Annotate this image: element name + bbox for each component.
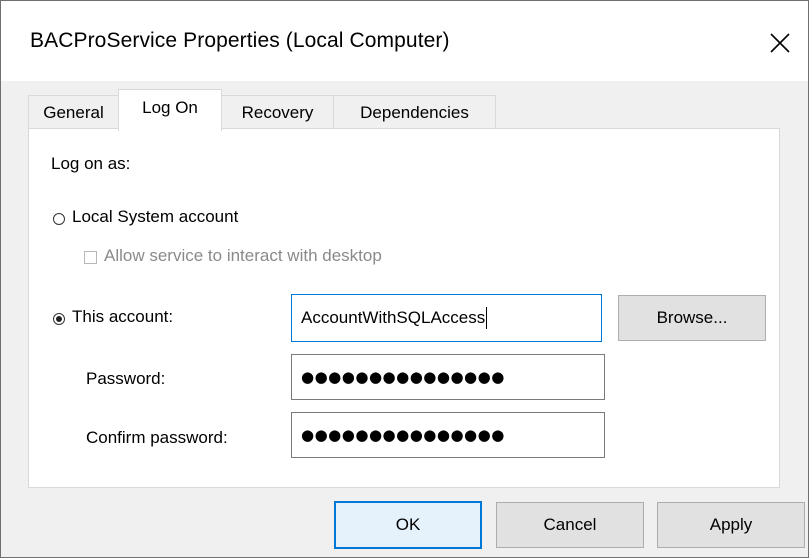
confirm-password-input[interactable]: ●●●●●●●●●●●●●●● bbox=[291, 412, 605, 458]
tab-log-on[interactable]: Log On bbox=[118, 89, 222, 131]
close-button[interactable] bbox=[758, 21, 802, 65]
tab-dependencies[interactable]: Dependencies bbox=[333, 95, 496, 129]
properties-dialog: BACProService Properties (Local Computer… bbox=[0, 0, 809, 558]
this-account-radio[interactable] bbox=[53, 313, 65, 325]
browse-button[interactable]: Browse... bbox=[618, 295, 766, 341]
password-input-value: ●●●●●●●●●●●●●●● bbox=[301, 368, 505, 386]
tab-recovery-label: Recovery bbox=[241, 102, 314, 122]
this-account-label: This account: bbox=[72, 307, 174, 326]
log-on-panel: Log on as: Local System account Allow se… bbox=[28, 128, 780, 488]
text-caret bbox=[486, 307, 488, 329]
tab-recovery[interactable]: Recovery bbox=[221, 95, 334, 129]
allow-interact-checkbox[interactable] bbox=[84, 251, 97, 264]
password-label: Password: bbox=[86, 369, 166, 388]
allow-interact-label: Allow service to interact with desktop bbox=[104, 246, 382, 265]
ok-button-label: OK bbox=[395, 515, 421, 534]
account-input-value: AccountWithSQLAccess bbox=[301, 308, 486, 327]
cancel-button-label: Cancel bbox=[543, 515, 597, 534]
tab-dependencies-label: Dependencies bbox=[360, 102, 469, 122]
ok-button[interactable]: OK bbox=[334, 501, 482, 549]
cancel-button[interactable]: Cancel bbox=[496, 502, 644, 548]
title-bar: BACProService Properties (Local Computer… bbox=[1, 1, 808, 81]
close-icon bbox=[770, 33, 790, 53]
tab-log-on-label: Log On bbox=[142, 97, 198, 117]
tab-general-label: General bbox=[43, 102, 104, 122]
browse-button-label: Browse... bbox=[656, 308, 728, 327]
apply-button[interactable]: Apply bbox=[657, 502, 805, 548]
tab-general[interactable]: General bbox=[28, 95, 119, 129]
log-on-as-label: Log on as: bbox=[51, 154, 131, 173]
local-system-label: Local System account bbox=[72, 207, 239, 226]
account-input[interactable]: AccountWithSQLAccess bbox=[291, 294, 602, 342]
confirm-password-label: Confirm password: bbox=[86, 428, 228, 447]
password-input[interactable]: ●●●●●●●●●●●●●●● bbox=[291, 354, 605, 400]
apply-button-label: Apply bbox=[709, 515, 753, 534]
local-system-radio[interactable] bbox=[53, 213, 65, 225]
confirm-password-input-value: ●●●●●●●●●●●●●●● bbox=[301, 426, 505, 444]
window-title: BACProService Properties (Local Computer… bbox=[30, 29, 450, 52]
